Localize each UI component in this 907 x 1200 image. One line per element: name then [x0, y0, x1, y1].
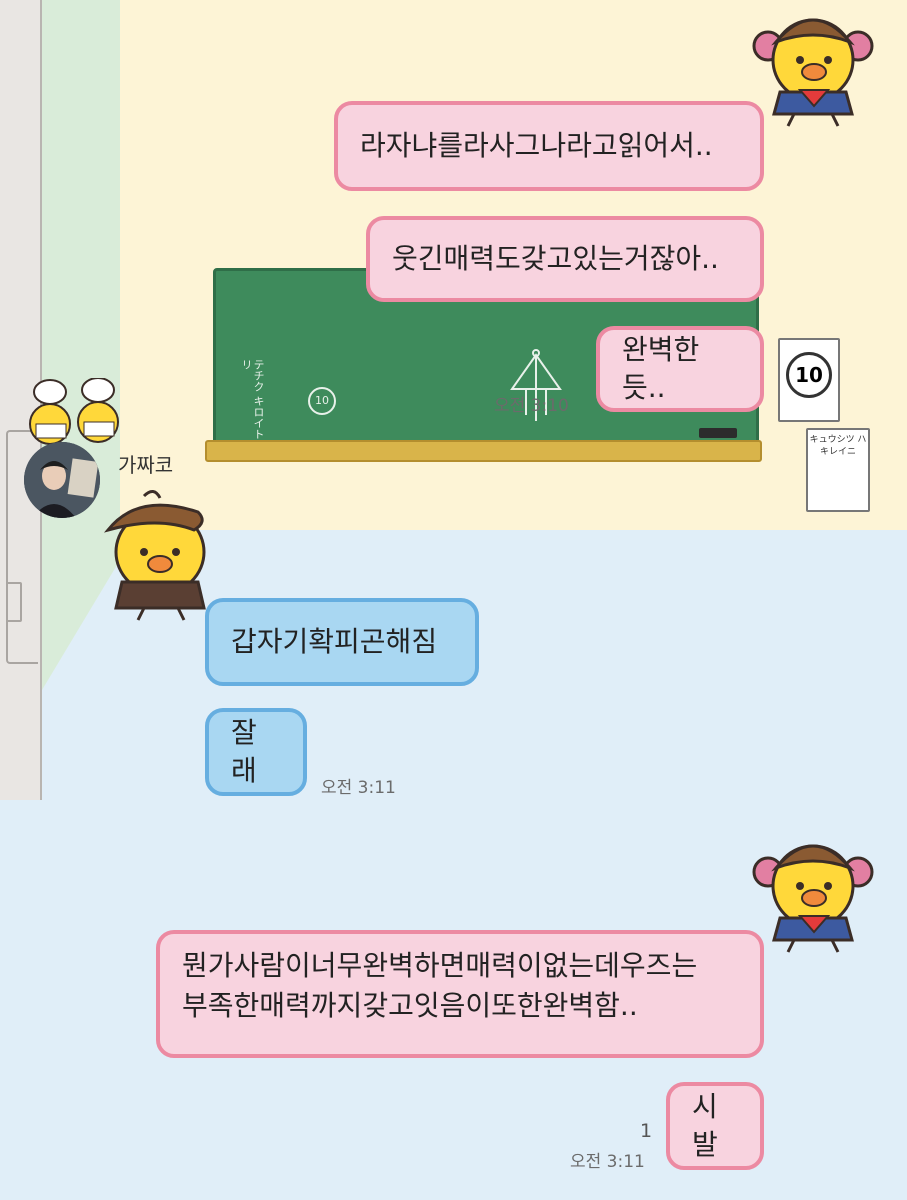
message-text-line: 부족한매력까지갖고잇음이또한완벽함.. — [182, 989, 638, 1022]
message-bubble-me[interactable]: 라자냐를라사그나라고읽어서.. — [334, 101, 764, 191]
profile-avatar[interactable] — [24, 442, 100, 518]
message-timestamp: 오전 3:11 — [321, 778, 396, 798]
wallpaper-poster-1: 10 — [778, 338, 840, 422]
profile-photo — [24, 442, 100, 518]
unread-count: 1 — [640, 1120, 653, 1142]
chick-girl-icon — [752, 844, 874, 953]
message-bubble-them[interactable]: 갑자기확피곤해짐 — [205, 598, 479, 686]
wallpaper-poster-2: キュウシツ ハ キレイニ — [806, 428, 870, 512]
wallpaper-chalk-tray — [205, 440, 762, 462]
message-bubble-me[interactable]: 완벽한듯.. — [596, 326, 764, 412]
wallpaper-eraser — [699, 428, 737, 438]
chalk-circle: 10 — [308, 387, 336, 415]
message-text: 완벽한듯.. — [622, 333, 700, 404]
message-timestamp: 오전 3:10 — [494, 396, 569, 416]
message-text: 라자냐를라사그나라고읽어서.. — [360, 129, 713, 162]
message-text-line: 뭔가사람이너무완벽하면매력이없는데우즈는 — [182, 949, 698, 982]
chalk-umbrella-icon — [510, 349, 562, 421]
message-timestamp: 오전 3:11 — [570, 1152, 645, 1172]
message-text: 웃긴매력도갖고있는거잖아.. — [392, 242, 719, 275]
message-text: 시발 — [692, 1090, 718, 1161]
message-text: 잘래 — [231, 716, 257, 787]
message-bubble-me[interactable]: 시발 — [666, 1082, 764, 1170]
message-bubble-me[interactable]: 뭔가사람이너무완벽하면매력이없는데우즈는 부족한매력까지갖고잇음이또한완벽함.. — [156, 930, 764, 1058]
chick-chef-icon — [29, 378, 119, 445]
message-bubble-them[interactable]: 잘래 — [205, 708, 307, 796]
wallpaper-door-handle — [6, 582, 22, 622]
message-bubble-me[interactable]: 웃긴매력도갖고있는거잖아.. — [366, 216, 764, 302]
chalk-writing: テチク キロイトリ — [240, 359, 265, 440]
sender-name: 가짜코 — [118, 453, 174, 477]
message-text: 갑자기확피곤해짐 — [231, 625, 438, 658]
chick-girl-icon — [752, 18, 874, 127]
